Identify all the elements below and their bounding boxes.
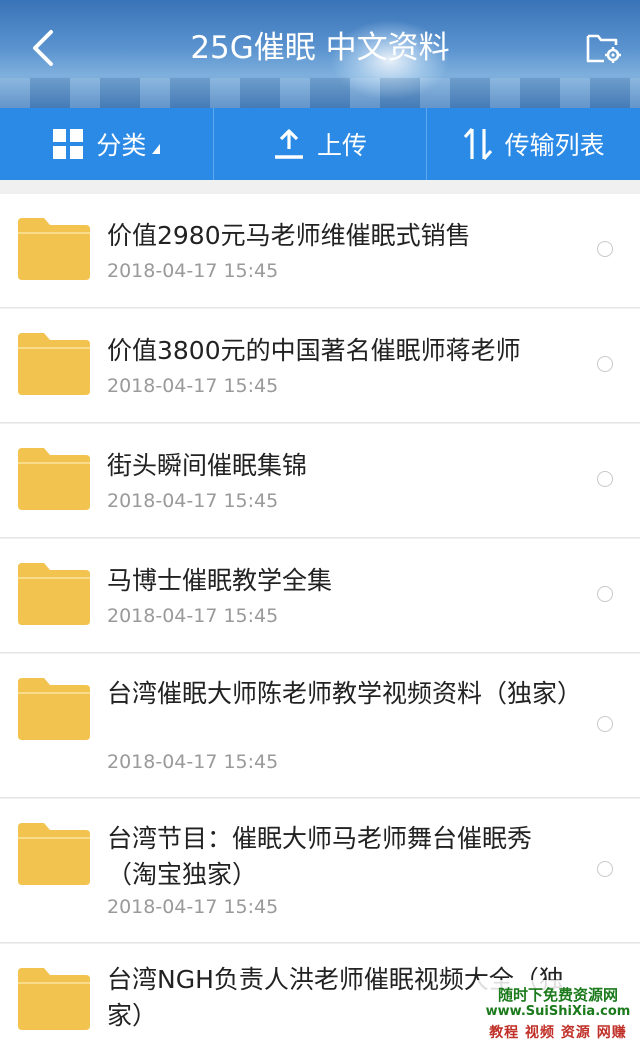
back-button[interactable] <box>22 26 62 70</box>
upload-label: 上传 <box>317 131 368 160</box>
folder-icon <box>18 823 90 885</box>
folder-settings-button[interactable] <box>582 26 626 70</box>
page-title: 25G催眠 中文资料 <box>190 30 450 66</box>
list-item[interactable]: 价值2980元马老师维催眠式销售 2018-04-17 15:45 <box>0 194 640 308</box>
chevron-left-icon <box>33 30 53 66</box>
folder-icon <box>18 678 90 740</box>
select-radio[interactable] <box>597 861 613 877</box>
file-name: 台湾节目：催眠大师马老师舞台催眠秀（淘宝独家） <box>107 824 533 889</box>
list-item[interactable]: 价值3800元的中国著名催眠师蒋老师 2018-04-17 15:45 <box>0 309 640 423</box>
category-label: 分类 <box>96 131 147 160</box>
select-radio[interactable] <box>597 471 613 487</box>
select-radio[interactable] <box>597 241 613 257</box>
file-date: 2018-04-17 15:45 <box>107 896 279 918</box>
transfer-list-label: 传输列表 <box>504 131 605 160</box>
select-radio[interactable] <box>597 716 613 732</box>
file-date: 2018-04-17 15:45 <box>107 375 279 397</box>
folder-icon <box>18 968 90 1030</box>
watermark-tagline: 教程 视频 资源 网赚 <box>489 1025 627 1041</box>
action-toolbar: 分类 上传 传输列表 <box>0 108 640 180</box>
file-name: 价值3800元的中国著名催眠师蒋老师 <box>107 336 521 365</box>
grid-icon <box>53 129 84 159</box>
file-list: 价值2980元马老师维催眠式销售 2018-04-17 15:45 价值3800… <box>0 180 640 1044</box>
header-bar: 25G催眠 中文资料 <box>0 0 640 108</box>
dropdown-caret-icon <box>152 144 161 154</box>
folder-icon <box>18 448 90 510</box>
header-background-sea <box>0 78 640 108</box>
transfer-list-button[interactable]: 传输列表 <box>426 108 640 180</box>
file-name: 价值2980元马老师维催眠式销售 <box>107 221 471 250</box>
file-name: 街头瞬间催眠集锦 <box>107 451 308 480</box>
file-date: 2018-04-17 15:45 <box>107 751 279 773</box>
folder-settings-icon <box>586 34 621 63</box>
watermark-logo: 随时下免费资源网 www.SuiShiXia.com 教程 视频 资源 网赚 <box>476 980 640 1044</box>
file-date: 2018-04-17 15:45 <box>107 605 279 627</box>
file-name: 台湾催眠大师陈老师教学视频资料（独家） <box>107 679 583 708</box>
list-item[interactable]: 马博士催眠教学全集 2018-04-17 15:45 <box>0 539 640 653</box>
select-radio[interactable] <box>597 356 613 372</box>
watermark-url: www.SuiShiXia.com <box>485 1004 631 1019</box>
folder-icon <box>18 333 90 395</box>
list-item[interactable]: 街头瞬间催眠集锦 2018-04-17 15:45 <box>0 424 640 538</box>
select-radio[interactable] <box>597 586 613 602</box>
category-button[interactable]: 分类 <box>0 108 213 180</box>
upload-icon <box>275 129 303 159</box>
folder-icon <box>18 218 90 280</box>
file-date: 2018-04-17 15:45 <box>107 490 279 512</box>
folder-icon <box>18 563 90 625</box>
file-date: 2018-04-17 15:45 <box>107 260 279 282</box>
upload-button[interactable]: 上传 <box>212 108 427 180</box>
list-item[interactable]: 台湾催眠大师陈老师教学视频资料（独家） 2018-04-17 15:45 <box>0 654 640 798</box>
watermark-title: 随时下免费资源网 <box>497 986 618 1004</box>
file-name: 马博士催眠教学全集 <box>107 566 333 595</box>
transfer-arrows-icon <box>463 127 492 161</box>
list-item[interactable]: 台湾节目：催眠大师马老师舞台催眠秀（淘宝独家） 2018-04-17 15:45 <box>0 799 640 943</box>
